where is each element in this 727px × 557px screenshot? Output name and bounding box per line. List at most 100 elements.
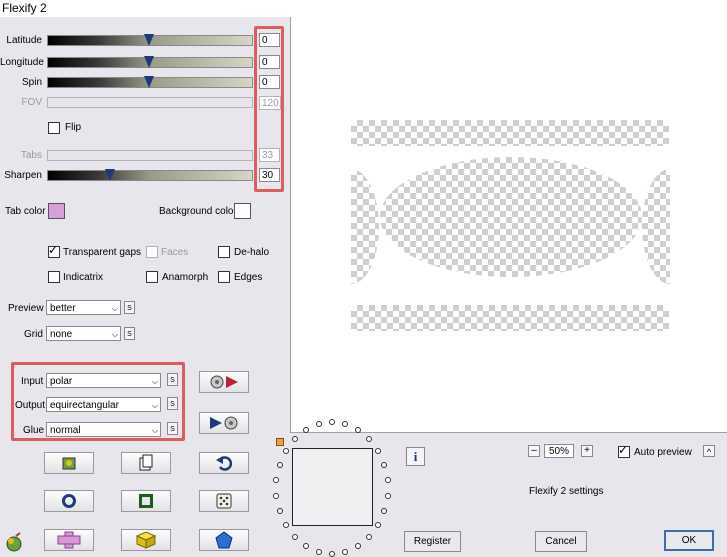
- fov-slider: [47, 97, 253, 108]
- chevron-down-icon: ⌵: [111, 330, 118, 339]
- check-icon: ✓: [618, 443, 629, 457]
- preset-dot[interactable]: [329, 419, 335, 425]
- preset-dot[interactable]: [315, 420, 322, 427]
- preset-dot[interactable]: [366, 534, 373, 541]
- faces-label: Faces: [161, 247, 189, 258]
- zoom-out-button[interactable]: –: [528, 445, 540, 457]
- spin-slider-thumb[interactable]: [144, 76, 154, 88]
- preset-thumbnail[interactable]: [292, 448, 373, 526]
- preview-top-band: [351, 120, 669, 146]
- ok-button[interactable]: OK: [664, 530, 714, 551]
- preset-dot[interactable]: [276, 508, 283, 515]
- preset-dot[interactable]: [302, 543, 309, 550]
- preset-marker-icon[interactable]: [276, 438, 284, 446]
- anamorph-checkbox[interactable]: [146, 271, 158, 283]
- preset-dot[interactable]: [329, 551, 335, 557]
- preview-label: Preview: [8, 303, 44, 314]
- preset-dot[interactable]: [381, 508, 388, 515]
- grid-label: Grid: [24, 329, 43, 340]
- glue-s-button[interactable]: S: [167, 422, 178, 435]
- preset-dot[interactable]: [276, 461, 283, 468]
- tab-color-swatch[interactable]: [48, 203, 65, 219]
- title-bar: Flexify 2: [0, 0, 727, 17]
- preset-dot[interactable]: [315, 549, 322, 556]
- cube-button[interactable]: [121, 529, 171, 551]
- zoom-in-button[interactable]: +: [581, 445, 593, 457]
- longitude-slider[interactable]: [47, 56, 253, 68]
- chevron-down-icon: ⌵: [151, 426, 158, 435]
- swap-input-icon: [210, 375, 238, 389]
- auto-preview-toggle-button[interactable]: ^: [703, 445, 715, 457]
- randomize-button[interactable]: [44, 452, 94, 474]
- chevron-down-icon: ⌵: [151, 401, 158, 410]
- preset-dot[interactable]: [366, 435, 373, 442]
- spin-label: Spin: [21, 77, 42, 88]
- register-button[interactable]: Register: [404, 531, 461, 552]
- cancel-button[interactable]: Cancel: [535, 531, 587, 552]
- preset-dot[interactable]: [342, 549, 349, 556]
- preset-dot[interactable]: [375, 447, 382, 454]
- de-halo-checkbox[interactable]: [218, 246, 230, 258]
- frame-button[interactable]: [121, 490, 171, 512]
- grid-s-button[interactable]: S: [124, 327, 135, 340]
- preview-center-ellipse: [380, 157, 642, 277]
- indicatrix-checkbox[interactable]: [48, 271, 60, 283]
- fov-label: FOV: [21, 97, 42, 108]
- preview-left-lobe: [351, 169, 379, 284]
- undo-icon: [216, 456, 233, 471]
- preview-canvas[interactable]: [290, 17, 727, 433]
- preview-bottom-band: [351, 305, 669, 331]
- spin-slider[interactable]: [47, 76, 253, 88]
- preset-dot[interactable]: [282, 447, 289, 454]
- grid-select[interactable]: none ⌵: [46, 326, 121, 341]
- latitude-slider[interactable]: [47, 34, 253, 46]
- background-color-swatch[interactable]: [234, 203, 251, 219]
- preset-dot[interactable]: [282, 522, 289, 529]
- output-label: Output: [15, 400, 46, 411]
- preset-dot[interactable]: [273, 477, 280, 484]
- preset-dot[interactable]: [291, 435, 298, 442]
- latitude-slider-thumb[interactable]: [144, 34, 154, 46]
- output-swap-button[interactable]: [199, 412, 249, 434]
- chevron-down-icon: ⌵: [151, 377, 158, 386]
- preset-dot[interactable]: [384, 477, 391, 484]
- cross-button[interactable]: [44, 529, 94, 551]
- preview-select[interactable]: better ⌵: [46, 300, 121, 315]
- ring-button[interactable]: [44, 490, 94, 512]
- flip-checkbox[interactable]: [48, 122, 60, 134]
- input-s-button[interactable]: S: [167, 373, 178, 386]
- input-swap-button[interactable]: [199, 371, 249, 393]
- pentagon-button[interactable]: [199, 529, 249, 551]
- preset-dot[interactable]: [355, 543, 362, 550]
- randomize-icon: [62, 457, 76, 470]
- info-button[interactable]: i: [406, 447, 425, 466]
- cube-icon: [136, 531, 156, 549]
- sharpen-slider[interactable]: [47, 169, 253, 181]
- edges-checkbox[interactable]: [218, 271, 230, 283]
- window-title: Flexify 2: [2, 1, 47, 15]
- output-select[interactable]: equirectangular ⌵: [46, 397, 161, 412]
- auto-preview-checkbox[interactable]: ✓: [618, 443, 630, 458]
- copy-button[interactable]: [121, 452, 171, 474]
- preset-dot[interactable]: [381, 461, 388, 468]
- output-s-button[interactable]: S: [167, 397, 178, 410]
- transparent-gaps-checkbox[interactable]: ✓: [48, 243, 60, 258]
- zoom-value[interactable]: 50%: [544, 444, 574, 458]
- longitude-slider-thumb[interactable]: [144, 56, 154, 68]
- input-select[interactable]: polar ⌵: [46, 373, 161, 388]
- preset-dot[interactable]: [273, 492, 280, 499]
- longitude-label: Longitude: [0, 57, 44, 68]
- preset-dot[interactable]: [375, 522, 382, 529]
- preset-dot[interactable]: [384, 492, 391, 499]
- indicatrix-label: Indicatrix: [63, 272, 104, 283]
- preset-dot[interactable]: [302, 426, 309, 433]
- dice-button[interactable]: [199, 490, 249, 512]
- undo-button[interactable]: [199, 452, 249, 474]
- preview-s-button[interactable]: S: [124, 301, 135, 314]
- check-icon: ✓: [48, 243, 59, 257]
- preset-dot[interactable]: [355, 426, 362, 433]
- sharpen-slider-thumb[interactable]: [105, 169, 115, 181]
- glue-select[interactable]: normal ⌵: [46, 422, 161, 437]
- de-halo-label: De-halo: [234, 247, 270, 258]
- preset-dot[interactable]: [291, 534, 298, 541]
